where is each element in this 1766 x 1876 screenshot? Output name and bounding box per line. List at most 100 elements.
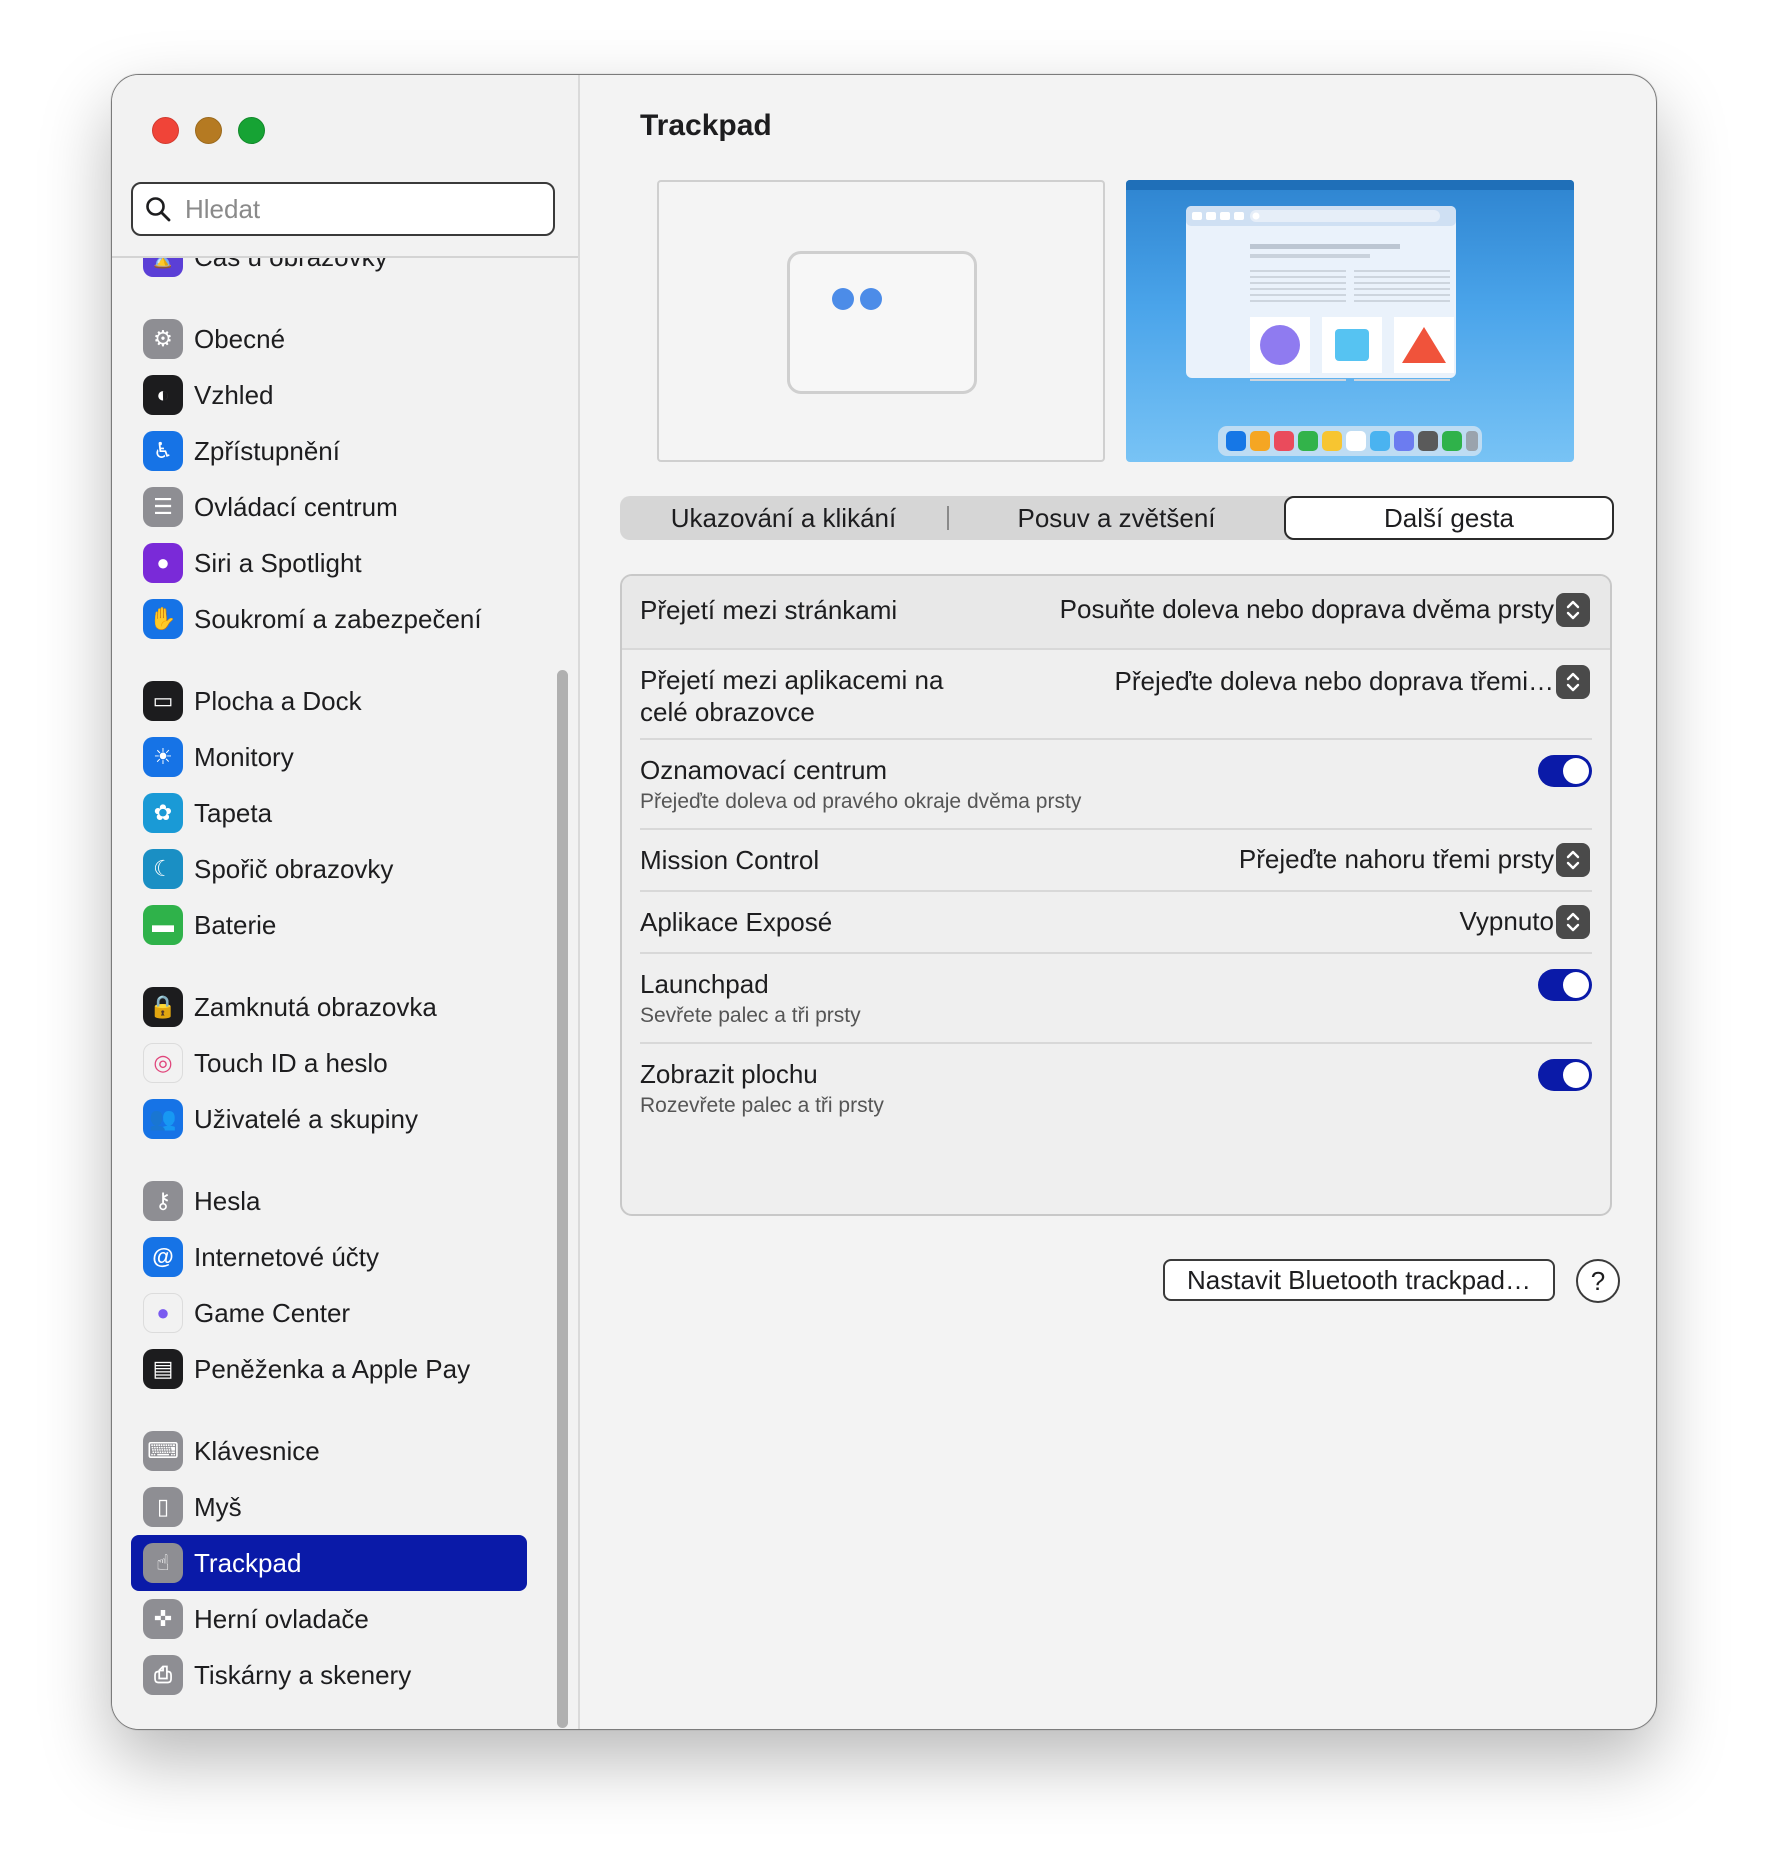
sidebar-item-label: Obecné bbox=[194, 323, 286, 354]
sidebar-item-penezenka-a-apple-pay[interactable]: ▤ Peněženka a Apple Pay bbox=[131, 1341, 527, 1397]
battery-icon: ▬ bbox=[143, 905, 183, 945]
setting-value[interactable]: Vypnuto bbox=[1460, 906, 1554, 937]
setting-label: Přejetí mezi aplikacemi na celé obrazovc… bbox=[640, 664, 943, 728]
at-icon: @ bbox=[143, 1237, 183, 1277]
setting-label: Zobrazit plochu bbox=[640, 1059, 818, 1089]
search-icon bbox=[146, 197, 171, 222]
screensaver-icon: ☾ bbox=[143, 849, 183, 889]
sidebar-item-ovladaci-centrum[interactable]: ☰ Ovládací centrum bbox=[131, 479, 527, 535]
zoom-button[interactable] bbox=[238, 117, 265, 144]
popup-stepper-icon[interactable] bbox=[1556, 905, 1590, 939]
setting-label: Přejetí mezi stránkami bbox=[640, 595, 898, 625]
trackpad-illustration bbox=[787, 251, 977, 394]
sidebar-item-tapeta[interactable]: ✿ Tapeta bbox=[131, 785, 527, 841]
sun-icon: ☀ bbox=[143, 737, 183, 777]
tab-more-gestures[interactable]: Další gesta bbox=[1284, 496, 1614, 540]
sidebar-scrollbar[interactable] bbox=[557, 670, 568, 1728]
popup-stepper-icon[interactable] bbox=[1556, 843, 1590, 877]
sidebar-item-cas-u-obrazovky[interactable]: ⌛ Čas u obrazovky bbox=[131, 258, 527, 285]
sidebar-item-label: Klávesnice bbox=[194, 1435, 320, 1466]
setting-mission-control: Mission Control Přejeďte nahoru třemi pr… bbox=[622, 830, 1610, 890]
sidebar-item-vzhled[interactable]: ◐ Vzhled bbox=[131, 367, 527, 423]
sidebar-item-siri-a-spotlight[interactable]: ● Siri a Spotlight bbox=[131, 535, 527, 591]
setting-notification-center: Oznamovací centrum Přejeďte doleva od pr… bbox=[622, 740, 1610, 828]
search-field[interactable] bbox=[131, 182, 555, 236]
sidebar-item-touch-id-a-heslo[interactable]: ◎ Touch ID a heslo bbox=[131, 1035, 527, 1091]
appearance-icon: ◐ bbox=[143, 375, 183, 415]
hand-icon: ✋ bbox=[143, 599, 183, 639]
sidebar-item-label: Game Center bbox=[194, 1297, 351, 1328]
sidebar-item-label: Baterie bbox=[194, 909, 277, 940]
sidebar-item-obecne[interactable]: ⚙ Obecné bbox=[131, 311, 527, 367]
sidebar-item-soukromi-a-zabezpeceni[interactable]: ✋ Soukromí a zabezpečení bbox=[131, 591, 527, 647]
popup-stepper-icon[interactable] bbox=[1556, 593, 1590, 627]
control-center-icon: ☰ bbox=[143, 487, 183, 527]
gestures-panel: Přejetí mezi stránkami Posuňte doleva ne… bbox=[620, 574, 1612, 1216]
notification-center-toggle[interactable] bbox=[1538, 755, 1592, 787]
sidebar-item-label: Tapeta bbox=[194, 797, 273, 828]
sidebar-item-label: Vzhled bbox=[194, 379, 274, 410]
sidebar-item-sporic-obrazovky[interactable]: ☾ Spořič obrazovky bbox=[131, 841, 527, 897]
sidebar-item-zpristupneni[interactable]: ♿ Zpřístupnění bbox=[131, 423, 527, 479]
help-button[interactable]: ? bbox=[1576, 1259, 1620, 1303]
sidebar-item-trackpad[interactable]: ☝ Trackpad bbox=[131, 1535, 527, 1591]
setting-value[interactable]: Přejeďte nahoru třemi prsty bbox=[1239, 844, 1554, 875]
siri-icon: ● bbox=[143, 543, 183, 583]
page-title: Trackpad bbox=[640, 109, 772, 142]
sidebar-item-baterie[interactable]: ▬ Baterie bbox=[131, 897, 527, 953]
sidebar-item-tiskarny-a-skenery[interactable]: ⎙ Tiskárny a skenery bbox=[131, 1647, 527, 1703]
setup-bluetooth-trackpad-button[interactable]: Nastavit Bluetooth trackpad… bbox=[1163, 1259, 1555, 1301]
window-controls bbox=[152, 117, 265, 144]
sidebar-item-zamknuta-obrazovka[interactable]: 🔒 Zamknutá obrazovka bbox=[131, 979, 527, 1035]
sidebar-item-game-center[interactable]: ● Game Center bbox=[131, 1285, 527, 1341]
launchpad-toggle[interactable] bbox=[1538, 969, 1592, 1001]
sidebar-item-label: Internetové účty bbox=[194, 1241, 379, 1272]
content-pane: Trackpad Ukazování a klikání Posuv a zvě… bbox=[580, 75, 1656, 1729]
settings-window: ⌛ Čas u obrazovky ⚙ Obecné ◐ Vzhled ♿ Zpřístupn… bbox=[111, 74, 1657, 1730]
gesture-screen-preview bbox=[1126, 180, 1574, 462]
mouse-icon: ▯ bbox=[143, 1487, 183, 1527]
sidebar-item-plocha-a-dock[interactable]: ▭ Plocha a Dock bbox=[131, 673, 527, 729]
lock-icon: 🔒 bbox=[143, 987, 183, 1027]
sidebar-item-label: Spořič obrazovky bbox=[194, 853, 394, 884]
popup-stepper-icon[interactable] bbox=[1556, 665, 1590, 699]
sidebar-item-label: Soukromí a zabezpečení bbox=[194, 603, 482, 634]
sidebar-item-herni-ovladace[interactable]: ✜ Herní ovladače bbox=[131, 1591, 527, 1647]
game-center-icon: ● bbox=[143, 1293, 183, 1333]
setting-value[interactable]: Posuňte doleva nebo doprava dvěma prsty bbox=[1060, 594, 1554, 625]
sidebar-item-label: Touch ID a heslo bbox=[194, 1047, 388, 1078]
show-desktop-toggle[interactable] bbox=[1538, 1059, 1592, 1091]
setting-show-desktop: Zobrazit plochu Rozevřete palec a tři pr… bbox=[622, 1044, 1610, 1132]
sidebar-item-label: Zamknutá obrazovka bbox=[194, 991, 437, 1022]
setting-value[interactable]: Přejeďte doleva nebo doprava třemi… bbox=[1115, 666, 1554, 697]
sidebar-item-klavesnice[interactable]: ⌨ Klávesnice bbox=[131, 1423, 527, 1479]
sidebar-list: ⌛ Čas u obrazovky ⚙ Obecné ◐ Vzhled ♿ Zpřístupn… bbox=[131, 258, 527, 1703]
setting-description: Přejeďte doleva od pravého okraje dvěma … bbox=[640, 790, 1082, 813]
sidebar-item-uzivatele-a-skupiny[interactable]: 👥 Uživatelé a skupiny bbox=[131, 1091, 527, 1147]
tab-point-and-click[interactable]: Ukazování a klikání bbox=[620, 496, 947, 540]
close-button[interactable] bbox=[152, 117, 179, 144]
sidebar-item-mys[interactable]: ▯ Myš bbox=[131, 1479, 527, 1535]
sidebar-item-hesla[interactable]: ⚷ Hesla bbox=[131, 1173, 527, 1229]
minimize-button[interactable] bbox=[195, 117, 222, 144]
desktop-illustration bbox=[1126, 180, 1574, 456]
sidebar-item-monitory[interactable]: ☀ Monitory bbox=[131, 729, 527, 785]
setting-label: Aplikace Exposé bbox=[640, 907, 833, 937]
setting-label: Mission Control bbox=[640, 845, 820, 875]
sidebar-item-label: Plocha a Dock bbox=[194, 685, 362, 716]
tab-scroll-and-zoom[interactable]: Posuv a zvětšení bbox=[949, 496, 1284, 540]
setting-app-expose: Aplikace Exposé Vypnuto bbox=[622, 892, 1610, 952]
hourglass-icon: ⌛ bbox=[143, 258, 183, 277]
sidebar-item-label: Hesla bbox=[194, 1185, 261, 1216]
search-input[interactable] bbox=[183, 192, 527, 226]
sidebar-item-label: Zpřístupnění bbox=[194, 435, 340, 466]
flower-icon: ✿ bbox=[143, 793, 183, 833]
finger-dot bbox=[860, 288, 882, 310]
finger-dot bbox=[832, 288, 854, 310]
sidebar-item-internetove-ucty[interactable]: @ Internetové účty bbox=[131, 1229, 527, 1285]
fingerprint-icon: ◎ bbox=[143, 1043, 183, 1083]
